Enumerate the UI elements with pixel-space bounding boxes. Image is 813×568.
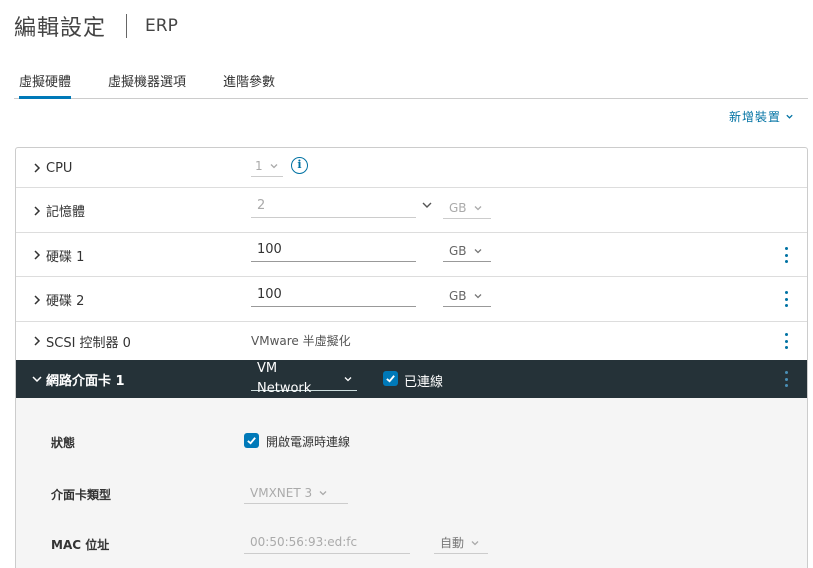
tab-advanced-parameters[interactable]: 進階參數 (223, 73, 275, 99)
disk1-more-actions-icon[interactable] (784, 247, 788, 263)
adapter-type-label: 介面卡類型 (51, 488, 112, 502)
chevron-right-icon (30, 161, 44, 175)
chevron-down-icon (473, 203, 483, 213)
tab-vm-options[interactable]: 虛擬機器選項 (108, 73, 186, 99)
disk2-unit-value: GB (449, 288, 467, 303)
chevron-down-icon (269, 161, 279, 171)
adapter-type-select[interactable]: VMXNET 3 (244, 482, 348, 504)
hardware-row-disk1: 硬碟 1 100 GB (16, 233, 807, 277)
scsi-label: SCSI 控制器 0 (46, 335, 131, 351)
mac-address-label: MAC 位址 (51, 538, 110, 552)
tab-bar: 虛擬硬體 虛擬機器選項 進階參數 (14, 70, 808, 99)
chevron-right-icon (30, 204, 44, 218)
cpu-count-select[interactable]: 1 (251, 155, 283, 177)
scsi-expander[interactable]: SCSI 控制器 0 (30, 322, 131, 360)
add-device-button[interactable]: 新增裝置 (729, 108, 794, 125)
nic-label: 網路介面卡 1 (46, 373, 125, 389)
chevron-down-icon (30, 372, 44, 386)
cpu-count-value: 1 (255, 158, 263, 173)
mac-address-input[interactable]: 00:50:56:93:ed:fc (244, 532, 410, 554)
chevron-down-icon (318, 488, 328, 498)
disk1-expander[interactable]: 硬碟 1 (30, 233, 84, 277)
disk2-unit-select[interactable]: GB (443, 285, 491, 307)
memory-expander[interactable]: 記憶體 (30, 188, 85, 233)
add-device-label: 新增裝置 (729, 110, 782, 124)
chevron-right-icon (30, 248, 44, 262)
nic-details: 狀態 開啟電源時連線 介面卡類型 VMXNET 3 MAC 位址 00:50:5… (16, 398, 807, 568)
page-title: 編輯設定 (14, 16, 107, 41)
disk2-more-actions-icon[interactable] (784, 291, 788, 307)
mac-mode-value: 自動 (440, 535, 465, 550)
title-divider (126, 14, 128, 38)
tab-virtual-hardware[interactable]: 虛擬硬體 (19, 73, 72, 99)
dialog-title: 編輯設定 ERP (14, 11, 178, 41)
chevron-down-icon (785, 110, 794, 124)
memory-label: 記憶體 (46, 205, 86, 220)
chevron-down-icon[interactable] (421, 196, 433, 215)
memory-input[interactable]: 2 (251, 196, 416, 218)
disk2-expander[interactable]: 硬碟 2 (30, 277, 84, 322)
memory-unit-value: GB (449, 200, 467, 215)
hardware-row-scsi: SCSI 控制器 0 VMware 半虛擬化 (16, 322, 807, 360)
chevron-right-icon (30, 334, 44, 348)
checkmark-icon (386, 375, 395, 383)
nic-network-select[interactable]: VM Network (251, 361, 357, 396)
mac-mode-select[interactable]: 自動 (434, 532, 488, 554)
disk2-label: 硬碟 2 (46, 294, 85, 309)
chevron-down-icon (343, 374, 353, 384)
connect-at-power-on-label: 開啟電源時連線 (266, 435, 351, 449)
chevron-down-icon (470, 538, 480, 548)
chevron-right-icon (30, 293, 44, 307)
scsi-more-actions-icon[interactable] (784, 333, 788, 349)
chevron-down-icon (473, 291, 483, 301)
cpu-expander[interactable]: CPU (30, 148, 72, 188)
disk1-size-input[interactable]: 100 (251, 240, 416, 262)
adapter-type-value: VMXNET 3 (250, 485, 313, 500)
disk2-size-input[interactable]: 100 (251, 285, 416, 307)
hardware-panel: CPU 1 i 記憶體 2 GB 硬碟 1 100 GB 硬碟 2 100 GB… (15, 147, 808, 568)
disk1-unit-value: GB (449, 243, 467, 258)
nic-status-label: 狀態 (51, 436, 76, 450)
info-icon[interactable]: i (291, 157, 308, 174)
cpu-label: CPU (46, 160, 73, 176)
hardware-row-cpu: CPU 1 i (16, 148, 807, 188)
connect-at-power-on-checkbox[interactable] (244, 433, 259, 448)
checkmark-icon (247, 437, 256, 445)
scsi-type-value: VMware 半虛擬化 (251, 334, 351, 348)
nic-connected-label: 已連線 (404, 375, 444, 390)
disk1-label: 硬碟 1 (46, 249, 85, 265)
nic-more-actions-icon[interactable] (784, 371, 788, 387)
hardware-row-disk2: 硬碟 2 100 GB (16, 277, 807, 322)
hardware-row-nic: 網路介面卡 1 VM Network 已連線 (16, 360, 807, 398)
nic-expander[interactable]: 網路介面卡 1 (30, 360, 125, 398)
nic-connected-checkbox[interactable] (383, 371, 398, 386)
hardware-row-memory: 記憶體 2 GB (16, 188, 807, 233)
chevron-down-icon (473, 246, 483, 256)
nic-network-value: VM Network (257, 361, 312, 396)
disk1-unit-select[interactable]: GB (443, 240, 491, 262)
vm-name: ERP (145, 16, 178, 36)
memory-unit-select[interactable]: GB (443, 197, 491, 219)
